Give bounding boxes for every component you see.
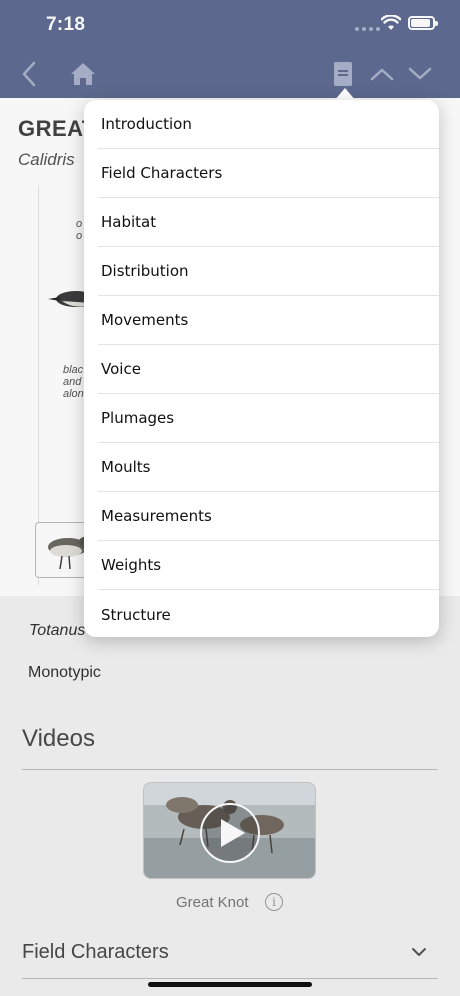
info-icon[interactable]: i — [265, 893, 283, 911]
contents-button[interactable] — [330, 58, 356, 90]
menu-item-voice[interactable]: Voice — [98, 345, 439, 394]
field-characters-heading[interactable]: Field Characters — [22, 941, 169, 964]
home-button[interactable] — [68, 58, 98, 90]
chevron-down-icon — [408, 67, 432, 80]
wifi-icon — [381, 15, 401, 30]
bird-thumbnail-image — [48, 537, 90, 570]
video-thumbnail[interactable] — [143, 782, 316, 879]
menu-item-introduction[interactable]: Introduction — [98, 100, 439, 149]
next-button[interactable] — [406, 58, 434, 90]
plate-thumbnail[interactable] — [35, 522, 91, 578]
menu-item-field-characters[interactable]: Field Characters — [98, 149, 439, 198]
contents-menu: Introduction Field Characters Habitat Di… — [84, 100, 439, 637]
species-scientific-name: Calidris — [18, 150, 75, 169]
synonym-text: Totanus — [29, 622, 86, 639]
menu-item-structure[interactable]: Structure — [98, 590, 439, 639]
menu-item-plumages[interactable]: Plumages — [98, 394, 439, 443]
battery-icon — [408, 16, 438, 30]
home-icon — [71, 63, 95, 85]
menu-item-habitat[interactable]: Habitat — [98, 198, 439, 247]
menu-item-measurements[interactable]: Measurements — [98, 492, 439, 541]
menu-item-movements[interactable]: Movements — [98, 296, 439, 345]
taxonomy-text: Monotypic — [28, 664, 101, 681]
chevron-up-icon — [370, 68, 394, 81]
back-button[interactable] — [14, 58, 44, 90]
signal-icon — [355, 27, 380, 31]
navigation-bar: 7:18 — [0, 0, 460, 98]
divider — [22, 978, 438, 979]
video-caption: Great Knot — [176, 894, 249, 911]
chevron-left-icon — [22, 61, 36, 87]
previous-button[interactable] — [368, 58, 396, 90]
videos-heading: Videos — [22, 725, 95, 752]
plate-annotation: blac and alon — [63, 364, 84, 400]
menu-item-moults[interactable]: Moults — [98, 443, 439, 492]
divider — [22, 769, 438, 770]
book-icon — [334, 62, 352, 86]
menu-item-distribution[interactable]: Distribution — [98, 247, 439, 296]
video-preview-image — [144, 783, 315, 878]
chevron-down-icon[interactable] — [411, 946, 427, 958]
plate-annotation: o o — [76, 218, 83, 242]
status-time: 7:18 — [46, 14, 86, 35]
home-indicator[interactable] — [148, 982, 312, 987]
menu-item-weights[interactable]: Weights — [98, 541, 439, 590]
